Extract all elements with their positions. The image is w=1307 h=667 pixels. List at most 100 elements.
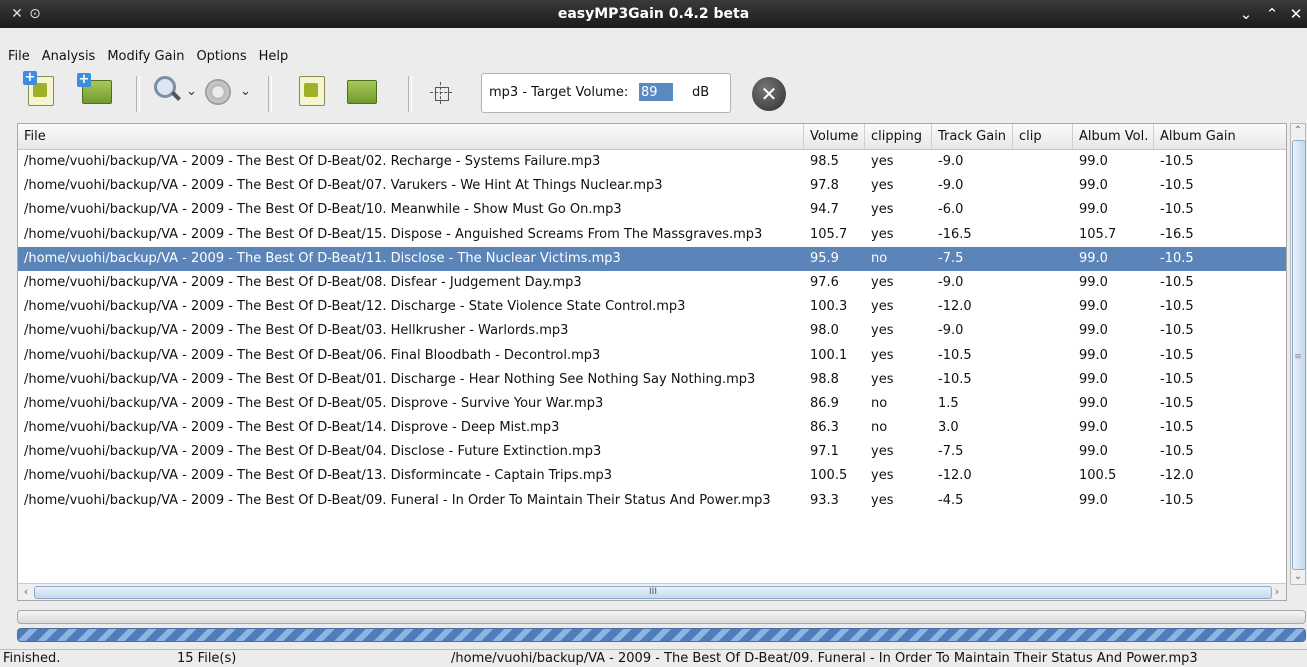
table-row[interactable]: /home/vuohi/backup/VA - 2009 - The Best … xyxy=(18,198,1286,222)
cell-album-vol: 99.0 xyxy=(1079,202,1108,218)
cell-file: /home/vuohi/backup/VA - 2009 - The Best … xyxy=(24,371,756,387)
stop-button[interactable]: ✕ xyxy=(752,77,786,111)
clear-folder-button[interactable] xyxy=(347,76,377,104)
horizontal-scroll-thumb[interactable]: III xyxy=(34,586,1272,599)
vertical-scrollbar[interactable]: ⌃ ≡ ⌄ xyxy=(1290,123,1306,585)
menu-options[interactable]: Options xyxy=(190,46,252,68)
table-row[interactable]: /home/vuohi/backup/VA - 2009 - The Best … xyxy=(18,223,1286,247)
cell-file: /home/vuohi/backup/VA - 2009 - The Best … xyxy=(24,178,663,194)
cell-track-gain: -4.5 xyxy=(938,492,964,508)
table-row[interactable]: /home/vuohi/backup/VA - 2009 - The Best … xyxy=(18,344,1286,368)
close-icon[interactable]: ✕ xyxy=(1286,4,1306,24)
scroll-right-icon[interactable]: › xyxy=(1270,585,1284,598)
column-header-clipping[interactable]: clipping xyxy=(865,124,932,149)
target-volume-unit: dB xyxy=(692,85,710,100)
crop-select-icon xyxy=(428,80,454,106)
menu-analysis[interactable]: Analysis xyxy=(36,46,102,68)
minimize-icon[interactable]: ⌄ xyxy=(1236,4,1256,24)
status-bar: Finished. 15 File(s) /home/vuohi/backup/… xyxy=(0,649,1307,667)
table-row[interactable]: /home/vuohi/backup/VA - 2009 - The Best … xyxy=(18,150,1286,174)
maximize-icon[interactable]: ⌃ xyxy=(1262,4,1282,24)
cell-album-gain: -10.5 xyxy=(1160,250,1194,266)
cell-album-vol: 99.0 xyxy=(1079,444,1108,460)
menu-modify-gain[interactable]: Modify Gain xyxy=(101,46,190,68)
cell-volume: 97.6 xyxy=(810,274,839,290)
cell-album-vol: 100.5 xyxy=(1079,468,1117,484)
horizontal-scrollbar[interactable]: ‹ III › xyxy=(18,583,1286,600)
cell-track-gain: -6.0 xyxy=(938,202,964,218)
table-row[interactable]: /home/vuohi/backup/VA - 2009 - The Best … xyxy=(18,464,1286,488)
table-row[interactable]: /home/vuohi/backup/VA - 2009 - The Best … xyxy=(18,319,1286,343)
cell-album-vol: 99.0 xyxy=(1079,323,1108,339)
cell-file: /home/vuohi/backup/VA - 2009 - The Best … xyxy=(24,323,569,339)
analysis-dropdown-icon[interactable]: ⌄ xyxy=(186,79,197,105)
table-body: /home/vuohi/backup/VA - 2009 - The Best … xyxy=(18,150,1286,513)
column-header-album-gain[interactable]: Album Gain xyxy=(1154,124,1286,149)
table-row[interactable]: /home/vuohi/backup/VA - 2009 - The Best … xyxy=(18,440,1286,464)
cell-clipping: yes xyxy=(871,347,894,363)
table-row[interactable]: /home/vuohi/backup/VA - 2009 - The Best … xyxy=(18,174,1286,198)
cell-album-vol: 99.0 xyxy=(1079,395,1108,411)
scroll-up-icon[interactable]: ⌃ xyxy=(1291,124,1305,138)
analysis-button[interactable] xyxy=(154,76,181,102)
column-header-file[interactable]: File xyxy=(18,124,804,149)
gain-button[interactable] xyxy=(205,79,231,105)
menu-file[interactable]: File xyxy=(2,46,36,68)
table-row[interactable]: /home/vuohi/backup/VA - 2009 - The Best … xyxy=(18,392,1286,416)
column-header-track-gain[interactable]: Track Gain xyxy=(932,124,1013,149)
cell-track-gain: 3.0 xyxy=(938,420,959,436)
table-row[interactable]: /home/vuohi/backup/VA - 2009 - The Best … xyxy=(18,368,1286,392)
file-progress-bar xyxy=(17,610,1306,624)
cell-album-gain: -12.0 xyxy=(1160,468,1194,484)
cell-album-vol: 99.0 xyxy=(1079,154,1108,169)
cell-clipping: yes xyxy=(871,444,894,460)
table-row[interactable]: /home/vuohi/backup/VA - 2009 - The Best … xyxy=(18,271,1286,295)
cell-album-gain: -16.5 xyxy=(1160,226,1194,242)
cell-file: /home/vuohi/backup/VA - 2009 - The Best … xyxy=(24,444,602,460)
target-volume-input[interactable] xyxy=(639,83,673,101)
magnifier-icon xyxy=(154,76,181,102)
cell-file: /home/vuohi/backup/VA - 2009 - The Best … xyxy=(24,395,604,411)
column-header-album-vol[interactable]: Album Vol. xyxy=(1073,124,1154,149)
cell-album-vol: 99.0 xyxy=(1079,347,1108,363)
table-row[interactable]: /home/vuohi/backup/VA - 2009 - The Best … xyxy=(18,489,1286,513)
toolbar-separator xyxy=(408,76,412,112)
cell-volume: 86.3 xyxy=(810,420,839,436)
add-folder-button[interactable]: + xyxy=(77,73,112,104)
add-file-button[interactable]: + xyxy=(23,71,54,106)
cell-album-gain: -10.5 xyxy=(1160,178,1194,194)
cell-album-vol: 99.0 xyxy=(1079,299,1108,315)
menu-help[interactable]: Help xyxy=(253,46,295,68)
column-header-volume[interactable]: Volume xyxy=(804,124,865,149)
cell-album-gain: -10.5 xyxy=(1160,444,1194,460)
select-all-button[interactable] xyxy=(428,80,454,106)
gain-dropdown-icon[interactable]: ⌄ xyxy=(240,79,251,105)
cell-track-gain: -10.5 xyxy=(938,347,972,363)
add-file-icon: + xyxy=(23,71,54,106)
scroll-down-icon[interactable]: ⌄ xyxy=(1291,570,1305,584)
cell-clipping: yes xyxy=(871,299,894,315)
cell-album-gain: -10.5 xyxy=(1160,371,1194,387)
cell-file: /home/vuohi/backup/VA - 2009 - The Best … xyxy=(24,492,771,508)
clear-file-button[interactable] xyxy=(299,76,325,106)
clear-file-icon xyxy=(299,76,325,106)
cell-file: /home/vuohi/backup/VA - 2009 - The Best … xyxy=(24,468,613,484)
table-row[interactable]: /home/vuohi/backup/VA - 2009 - The Best … xyxy=(18,295,1286,319)
cell-album-gain: -10.5 xyxy=(1160,420,1194,436)
cell-clipping: no xyxy=(871,420,888,436)
cell-file: /home/vuohi/backup/VA - 2009 - The Best … xyxy=(24,154,601,169)
cell-track-gain: -10.5 xyxy=(938,371,972,387)
cell-track-gain: -12.0 xyxy=(938,468,972,484)
toolbar-separator xyxy=(268,76,272,112)
cell-volume: 100.3 xyxy=(810,299,848,315)
cell-clipping: yes xyxy=(871,492,894,508)
table-row[interactable]: /home/vuohi/backup/VA - 2009 - The Best … xyxy=(18,246,1286,271)
cell-track-gain: -9.0 xyxy=(938,154,964,169)
cell-volume: 94.7 xyxy=(810,202,839,218)
cell-volume: 86.9 xyxy=(810,395,839,411)
table-row[interactable]: /home/vuohi/backup/VA - 2009 - The Best … xyxy=(18,416,1286,440)
column-header-clip[interactable]: clip xyxy=(1013,124,1073,149)
scroll-left-icon[interactable]: ‹ xyxy=(19,585,33,598)
window-title: easyMP3Gain 0.4.2 beta xyxy=(557,6,750,22)
cell-track-gain: -7.5 xyxy=(938,444,964,460)
